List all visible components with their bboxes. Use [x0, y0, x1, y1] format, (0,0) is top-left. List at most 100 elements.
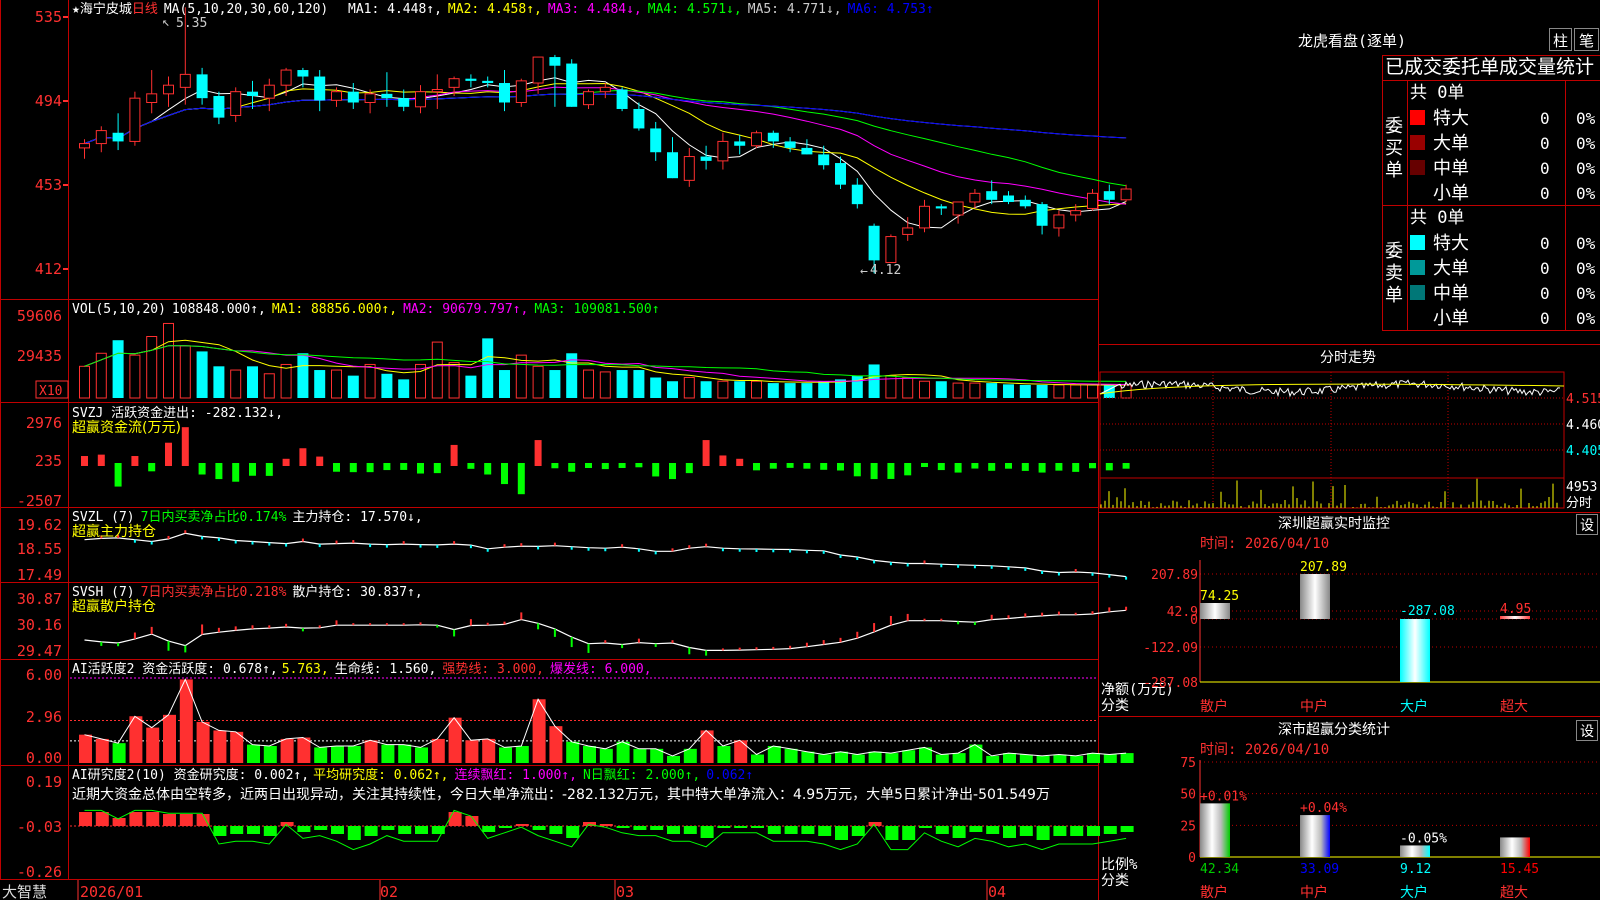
fenshi-y-tick: 4.460 [1566, 418, 1600, 433]
research-bar [935, 826, 949, 834]
fund-flow-bar [601, 463, 609, 470]
research-bar [247, 826, 260, 834]
longhu-row-pct: 0% [1576, 159, 1596, 178]
volume-bar [465, 375, 477, 398]
longhu-side-label: 委 [1385, 116, 1403, 137]
activity-bar [1070, 755, 1084, 763]
ai2-y-tick: 0.19 [26, 773, 62, 791]
kline-title: ★海宁皮城日线 MA(5,10,20,30,60,120) [72, 1, 328, 17]
fund-flow-bar [551, 463, 559, 469]
x-axis-label: 02 [380, 883, 398, 900]
fenshi-price-line [1099, 379, 1561, 398]
activity-bar [146, 727, 160, 763]
candle-body [213, 96, 225, 118]
zhu-button-label: 柱 [1553, 32, 1568, 50]
research-bar [599, 824, 613, 826]
activity-bar [381, 744, 395, 763]
fund-flow-bar [568, 463, 576, 472]
activity-bar [885, 753, 899, 763]
fund-flow-bar [501, 463, 508, 485]
longhu-row-name: 大单 [1433, 133, 1469, 154]
fund-flow-bar [585, 463, 592, 468]
research-bar [532, 826, 546, 830]
volume-bar [1003, 384, 1014, 398]
svsh-y-tick: 30.16 [17, 616, 62, 634]
fund-flow-bar [820, 463, 828, 470]
monitor-y-tick: -122.09 [1143, 641, 1198, 656]
classify-y-tick: 0 [1188, 851, 1196, 866]
candle-body [297, 70, 309, 77]
activity-bar [364, 740, 378, 763]
activity-bar [112, 743, 126, 763]
candle-body [683, 156, 695, 181]
candle-body [331, 91, 342, 101]
x-axis-label: 04 [988, 883, 1006, 900]
candle-body [515, 80, 527, 103]
longhu-color-swatch [1410, 185, 1425, 200]
ai2-comment: 近期大资金总体由空转多，近两日出现异动，关注其持续性，今日大单净流出：-282.… [72, 786, 1050, 803]
candle-body [415, 91, 426, 108]
research-bar [734, 826, 748, 828]
longhu-side-label: 单 [1385, 285, 1403, 306]
monitor-value-label: 207.89 [1300, 560, 1347, 575]
longhu-row-pct: 0% [1576, 134, 1596, 153]
svzl-y-tick: 19.62 [17, 516, 62, 534]
activity-bar [280, 738, 294, 763]
longhu-row-name: 中单 [1433, 283, 1469, 304]
research-bar [616, 826, 630, 828]
research-bar [1087, 826, 1100, 836]
activity-bar [566, 741, 580, 763]
classify-category: 大户 [1400, 884, 1428, 900]
research-bar [902, 826, 916, 840]
fund-flow-bar [114, 463, 122, 487]
fund-flow-bar [685, 463, 693, 474]
classify-category: 中户 [1300, 884, 1328, 900]
fund-flow-bar [265, 463, 273, 476]
candle-body [179, 73, 191, 88]
longhu-header: 已成交委托单成交量统计 [1385, 56, 1594, 78]
fund-flow-bar [769, 463, 777, 469]
svsh-y-tick: 30.87 [17, 590, 62, 608]
activity-bar [734, 740, 748, 763]
volume-bar [297, 353, 309, 398]
fund-flow-bar [1005, 463, 1012, 469]
volume-bar [616, 370, 628, 398]
vol-unit-label: X10 [39, 384, 62, 399]
fund-flow-bar [131, 456, 139, 466]
longhu-row-value: 0 [1540, 109, 1550, 128]
candle-body [599, 86, 611, 93]
longhu-row-value: 0 [1540, 309, 1550, 328]
fund-flow-bar [1105, 463, 1113, 471]
volume-bar [1019, 384, 1031, 398]
activity-bar [398, 744, 412, 763]
fund-flow-bar [753, 463, 760, 471]
activity-bar [129, 716, 143, 763]
fund-flow-bar [517, 463, 525, 495]
volume-bar [751, 380, 762, 399]
volume-bar [986, 383, 998, 398]
monitor-bar-rect [1200, 603, 1230, 619]
candle-body [616, 89, 628, 109]
candle-body [263, 84, 275, 99]
ma-legend-item: MA1: 4.448↑, [348, 2, 442, 17]
classify-category: 散户 [1200, 884, 1228, 900]
candle-body [667, 152, 678, 179]
activity-bar [263, 746, 277, 763]
candle-body [146, 93, 158, 103]
monitor-settings-label: 设 [1580, 518, 1594, 534]
fund-flow-bar [433, 463, 441, 474]
volume-bar [902, 377, 914, 399]
volume-bar [919, 380, 930, 399]
monitor-category: 大户 [1400, 698, 1428, 715]
monitor-bar [1300, 574, 1330, 619]
activity-bar [902, 750, 916, 763]
research-bar [969, 826, 983, 832]
ma-legend-item: MA5: 4.771↓, [748, 2, 842, 17]
fenshi-y-tick: 4.515 [1566, 392, 1600, 407]
longhu-title: 龙虎看盘(逐单) [1298, 32, 1406, 50]
svzj-y-tick: 2976 [26, 414, 62, 432]
ai2-y-tick: -0.03 [17, 818, 62, 836]
activity-bar [583, 746, 596, 763]
longhu-row-value: 0 [1540, 259, 1550, 278]
activity-bar [347, 746, 361, 763]
